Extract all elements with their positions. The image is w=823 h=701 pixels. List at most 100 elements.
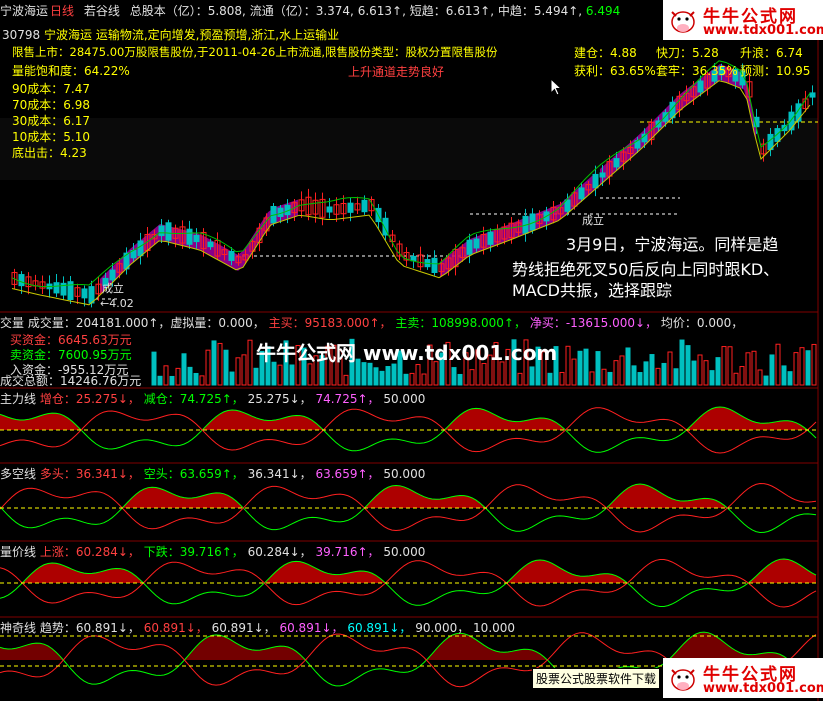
magic-trend: 趋势：60.891↓， (39, 621, 140, 635)
volume-bar (655, 367, 661, 386)
total-fund: 成交总额：14246.76万元 (0, 374, 142, 388)
volume-panel-label[interactable]: 交量 (0, 316, 24, 330)
candle (410, 255, 417, 262)
low-price-label: ←4.02 (100, 297, 134, 310)
volume-bar (787, 371, 793, 386)
long-short-c: 36.341↓， (247, 467, 312, 481)
prediction: 预测：10.95 (740, 64, 811, 78)
cost-10: 10成本：5.10 (12, 130, 90, 144)
volume-bar (589, 371, 595, 386)
cow-icon (671, 11, 695, 33)
volume-bar (517, 372, 523, 386)
magic-name[interactable]: 神奇线 (0, 621, 36, 635)
volume-bar (811, 343, 817, 386)
volume-bar (235, 357, 241, 386)
volume-bar (637, 372, 643, 386)
magic-g: 10.000 (473, 621, 516, 635)
volume-bar (529, 366, 535, 386)
vol-price-e: 50.000 (383, 545, 426, 559)
volume-bar (385, 366, 391, 386)
volume-bar (667, 351, 673, 386)
annotation-line-3: MACD共振，选择跟踪 (512, 281, 672, 300)
volume-bar (289, 364, 295, 386)
volume-values: 成交量：204181.000↑，虚拟量：0.000， (27, 316, 265, 330)
chengli-mark-1: 成立 (102, 282, 124, 295)
volume-bar (703, 360, 709, 386)
volume-bar (631, 365, 637, 386)
candle (361, 199, 368, 213)
volume-bar (691, 360, 697, 386)
red-note: 上升通道走势良好 (348, 65, 445, 79)
volume-bar (187, 366, 193, 386)
volume-bar (379, 370, 385, 386)
main-force-e: 50.000 (383, 392, 426, 406)
candle (599, 172, 606, 178)
volume-bar (763, 375, 769, 386)
volume-bar (775, 343, 781, 386)
magic-b: 60.891↓， (143, 621, 208, 635)
osc-fill (0, 484, 816, 508)
vol-price-name[interactable]: 量价线 (0, 545, 36, 559)
bottom-strike: 底出击：4.23 (12, 146, 87, 160)
volume-bar (307, 363, 313, 386)
fall-value: 下跌：39.716↑， (143, 545, 244, 559)
volume-bar (751, 350, 757, 386)
main-force-c: 25.275↓， (247, 392, 312, 406)
mouse-cursor-icon (550, 78, 562, 96)
volume-bar (229, 371, 235, 386)
volume-bar (733, 372, 739, 386)
volume-bar (583, 348, 589, 386)
volume-bar (223, 349, 229, 386)
volume-bar (367, 362, 373, 386)
candle (809, 92, 816, 98)
magic-f: 90.000， (415, 621, 470, 635)
volume-bar (649, 354, 655, 386)
volume-bar (781, 365, 787, 386)
volume-header: 交量 成交量：204181.000↑，虚拟量：0.000， 主买：95183.0… (0, 314, 743, 331)
restricted-info: 限售上市：28475.00万股限售股份,于2011-04-26上市流通,限售股份… (12, 45, 498, 59)
volume-bar (565, 345, 571, 386)
fast-knife: 快刀：5.28 (656, 46, 719, 60)
candle (431, 257, 438, 273)
volume-bar (205, 349, 211, 386)
volume-bar (481, 363, 487, 386)
candle (487, 231, 494, 245)
long-short-name[interactable]: 多空线 (0, 467, 36, 481)
brand-url-bottom[interactable]: www.tdx001.com (703, 681, 823, 696)
channel-band (100, 199, 298, 295)
volume-bar (739, 366, 745, 386)
volume-bar (391, 363, 397, 386)
volume-bar (679, 339, 685, 386)
main-force-name[interactable]: 主力线 (0, 392, 36, 406)
magic-e: 60.891↓， (347, 621, 412, 635)
candle (347, 202, 354, 213)
main-force-decrease: 减仓：74.725↑， (143, 392, 244, 406)
main-buy-value: 主买：95183.000↑， (268, 316, 392, 330)
rise-value: 上涨：60.284↓， (39, 545, 140, 559)
volume-bar (211, 340, 217, 386)
main-sell-value: 主卖：108998.000↑， (395, 316, 526, 330)
stock-tags: 运输物流,定向增发,预盈预增,浙江,水上运输业 (95, 28, 340, 42)
cost-70: 70成本：6.98 (12, 98, 90, 112)
stock-info-line: 30798 宁波海运 运输物流,定向增发,预盈预增,浙江,水上运输业 (2, 26, 339, 43)
volume-bar (607, 371, 613, 386)
candle (697, 80, 704, 93)
avg-price-value: 均价：0.000， (660, 316, 744, 330)
candle (473, 238, 480, 249)
volume-bar (451, 367, 457, 386)
volume-bar (577, 350, 583, 386)
volume-bar (247, 339, 253, 386)
volume-bar (673, 368, 679, 386)
volume-bar (697, 354, 703, 386)
brand-box-bottom: 牛牛公式网 www.tdx001.com (663, 658, 823, 698)
volume-bar (169, 375, 175, 386)
brand-url-top[interactable]: www.tdx001.com (703, 23, 823, 38)
candle (613, 158, 620, 168)
volume-bar (619, 355, 625, 386)
volume-bar (469, 369, 475, 386)
osc-fill (0, 558, 816, 583)
volume-bar (613, 360, 619, 386)
candle (158, 225, 165, 237)
tooltip: 股票公式股票软件下载 (532, 668, 661, 689)
candle (564, 199, 571, 212)
